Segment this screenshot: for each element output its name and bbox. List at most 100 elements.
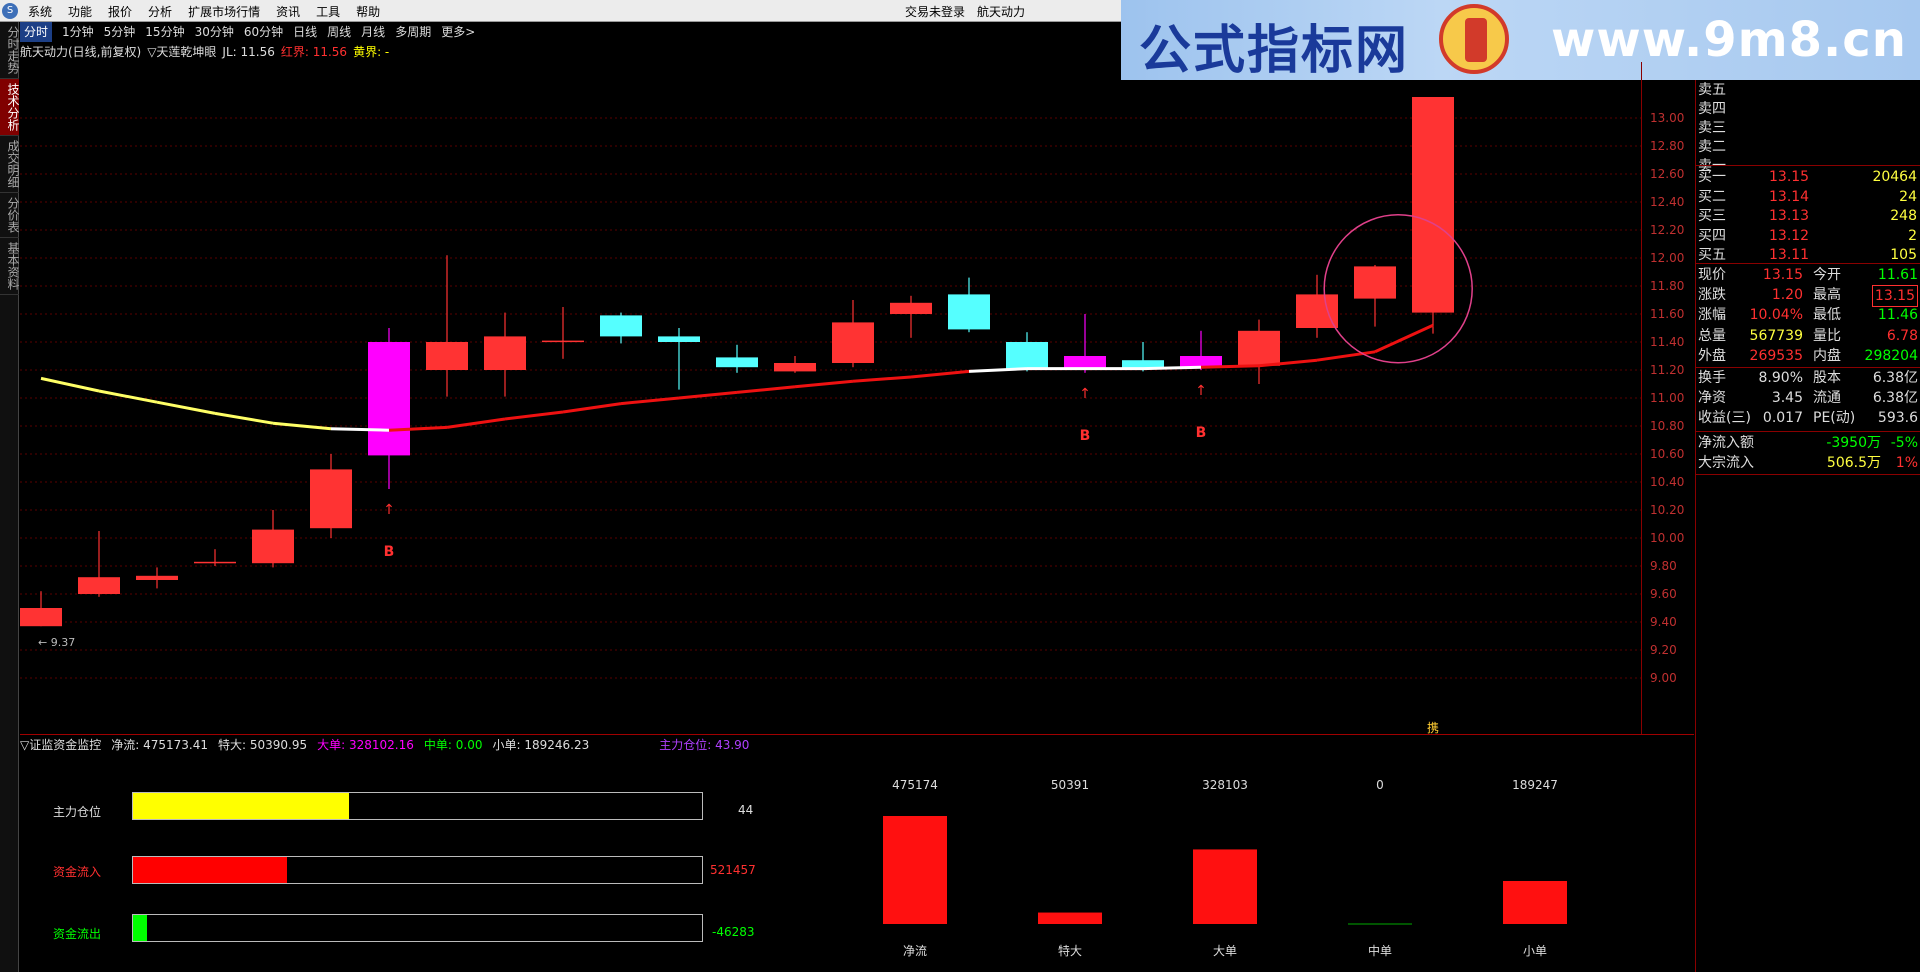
monitor-zhongdan: 中单: 0.00 <box>423 738 483 752</box>
menu-item[interactable]: 资讯 <box>276 3 300 20</box>
period-tab[interactable]: 5分钟 <box>104 22 136 42</box>
candle <box>194 549 236 566</box>
side-tab[interactable]: 技术分析 <box>0 79 20 136</box>
stat-row: 现价 13.15 今开 11.61 <box>1696 265 1920 285</box>
menu-item[interactable]: 系统 <box>28 3 52 20</box>
ask-row: 卖三 <box>1696 118 1920 138</box>
bid-price: 13.13 <box>1769 208 1810 224</box>
candle-body <box>194 561 236 564</box>
money-bar-category: 特大 <box>1058 943 1082 958</box>
menu-item[interactable]: 分析 <box>148 3 172 20</box>
bid-price: 13.12 <box>1769 227 1810 244</box>
price-tick-label: 10.00 <box>1650 531 1685 545</box>
side-tab[interactable]: 基本资料 <box>0 238 20 295</box>
stat-key: PE(动) <box>1813 410 1856 427</box>
period-tab[interactable]: 30分钟 <box>195 22 234 42</box>
period-tab[interactable]: 60分钟 <box>244 22 283 42</box>
price-axis-divider <box>1641 62 1642 734</box>
chart-stock-title: 航天动力(日线,前复权) <box>20 45 142 59</box>
candle-body <box>658 336 700 342</box>
menu-item[interactable]: 报价 <box>108 3 132 20</box>
bid-label: 买二 <box>1698 188 1726 205</box>
candle <box>600 312 642 344</box>
bid-price: 13.15 <box>1769 169 1810 185</box>
candle <box>948 277 990 333</box>
menu-item[interactable]: 功能 <box>68 3 92 20</box>
candle <box>1412 97 1454 334</box>
trade-login-status[interactable]: 交易未登录 <box>905 3 965 20</box>
period-tab[interactable]: 分时 <box>20 22 53 42</box>
flow-key: 净流入额 <box>1698 434 1754 451</box>
bid-volume: 105 <box>1890 247 1917 263</box>
stat-key: 流通 <box>1813 390 1841 407</box>
candle-body <box>20 608 62 627</box>
price-tick-label: 11.80 <box>1650 279 1685 293</box>
period-tab[interactable]: 日线 <box>293 22 317 42</box>
panel-separator <box>20 734 1694 735</box>
bid-price: 13.11 <box>1769 247 1810 263</box>
candle-body <box>426 342 468 370</box>
candle-body <box>1238 330 1280 366</box>
price-tick-label: 9.20 <box>1650 643 1677 657</box>
bid-volume: 24 <box>1899 188 1917 205</box>
bid-label: 买一 <box>1698 169 1726 185</box>
monitor-dadan: 大单: 328102.16 <box>317 738 414 752</box>
side-tab[interactable]: 分价表 <box>0 193 20 238</box>
trend-line-segment <box>620 396 680 406</box>
candle <box>832 300 874 368</box>
period-tab[interactable]: 更多> <box>441 22 475 42</box>
app-logo-icon: S <box>2 3 18 19</box>
price-tick-label: 9.80 <box>1650 559 1677 573</box>
trend-line-segment <box>1200 364 1260 369</box>
trend-line-segment <box>968 367 1028 373</box>
side-tab[interactable]: 成交明细 <box>0 136 20 193</box>
money-bar <box>1503 880 1567 924</box>
stat-value: 6.38亿 <box>1872 370 1918 386</box>
period-tab[interactable]: 1分钟 <box>62 22 94 42</box>
menu-item[interactable]: 工具 <box>316 3 340 20</box>
stat-value: 11.61 <box>1877 267 1918 283</box>
period-tab[interactable]: 月线 <box>361 22 385 42</box>
period-tab[interactable]: 多周期 <box>395 22 431 42</box>
candle-body <box>136 575 178 580</box>
stat-key: 现价 <box>1698 267 1726 283</box>
price-tick-label: 11.00 <box>1650 391 1685 405</box>
bid-price: 13.14 <box>1769 188 1810 205</box>
candlestick-chart[interactable]: ↑ B ↑ B ↑ B ← 9.37 携 <box>20 62 1642 734</box>
candle-body <box>252 529 294 564</box>
flow-pct: 1% <box>1895 454 1918 471</box>
price-tick-label: 11.60 <box>1650 307 1685 321</box>
monitor-name[interactable]: ▽证监资金监控 <box>20 738 101 752</box>
candle-body <box>542 340 584 343</box>
bid-volume: 20464 <box>1872 169 1917 185</box>
candle <box>1354 265 1396 327</box>
period-tab[interactable]: 周线 <box>327 22 351 42</box>
candle <box>890 295 932 338</box>
candle <box>542 307 584 359</box>
buy-signal-label: B <box>1080 428 1091 444</box>
trend-line-segment <box>330 427 390 432</box>
monitor-zhuli: 主力仓位: 43.90 <box>659 738 750 752</box>
inflow-progress <box>132 856 703 884</box>
stat-value: 6.38亿 <box>1872 390 1918 407</box>
candle <box>1064 314 1106 373</box>
side-tab[interactable]: 分时走势 <box>0 22 20 79</box>
indicator-name[interactable]: ▽天莲乾坤眼 <box>147 44 216 60</box>
price-tick-label: 10.60 <box>1650 447 1685 461</box>
candle <box>252 510 294 568</box>
candle <box>426 255 468 397</box>
menu-item[interactable]: 扩展市场行情 <box>188 3 260 20</box>
candle <box>716 344 758 373</box>
money-bar <box>1038 912 1102 924</box>
candle <box>1296 274 1338 338</box>
trend-line-segment <box>910 369 970 379</box>
menu-item[interactable]: 帮助 <box>356 3 380 20</box>
stat-key: 股本 <box>1813 370 1841 386</box>
candle-body <box>78 577 120 594</box>
flow-pct: -5% <box>1890 434 1918 451</box>
money-bar-category: 大单 <box>1213 944 1237 958</box>
bottom-mark: 携 <box>1427 720 1439 734</box>
outflow-progress <box>132 914 703 942</box>
period-tab[interactable]: 15分钟 <box>145 22 184 42</box>
yellow-bound-value: 黄界: - <box>353 45 390 59</box>
